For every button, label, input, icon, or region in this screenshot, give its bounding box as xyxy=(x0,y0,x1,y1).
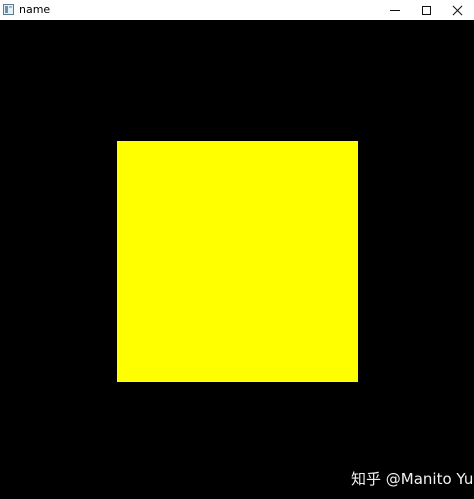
drawing-canvas xyxy=(0,20,474,499)
yellow-square xyxy=(117,141,358,382)
maximize-button[interactable] xyxy=(411,0,441,20)
title-bar[interactable]: name xyxy=(0,0,474,20)
minimize-button[interactable] xyxy=(380,0,410,20)
close-button[interactable] xyxy=(442,0,472,20)
app-window: name 知乎 @Manito Yu xyxy=(0,0,474,499)
app-window-icon xyxy=(3,4,14,15)
close-icon xyxy=(452,5,463,16)
watermark-text: 知乎 @Manito Yu xyxy=(351,470,474,488)
window-title: name xyxy=(19,3,51,16)
maximize-icon xyxy=(421,5,431,15)
minimize-icon xyxy=(390,9,400,11)
